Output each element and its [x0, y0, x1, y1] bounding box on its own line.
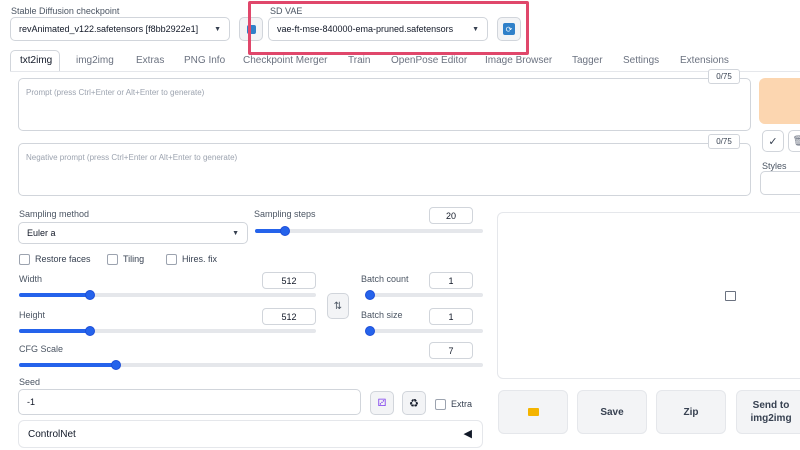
- batch-size-slider[interactable]: [365, 326, 483, 336]
- tab-img2img[interactable]: img2img: [76, 55, 114, 66]
- tab-txt2img[interactable]: txt2img: [20, 55, 52, 66]
- open-folder-button[interactable]: [498, 390, 568, 434]
- batch-size-label: Batch size: [361, 310, 403, 320]
- width-number[interactable]: 512: [262, 272, 316, 289]
- send-to-img2img-button[interactable]: Send to img2img: [736, 390, 800, 434]
- sampling-method-select[interactable]: Euler a ▼: [18, 222, 248, 244]
- vae-value: vae-ft-mse-840000-ema-pruned.safetensors: [277, 24, 454, 34]
- extra-seed-checkbox[interactable]: [435, 399, 446, 410]
- slider-fill: [19, 363, 117, 367]
- seed-input[interactable]: -1: [18, 389, 361, 415]
- sampling-steps-slider[interactable]: [255, 226, 483, 236]
- prompt-input[interactable]: Prompt (press Ctrl+Enter or Alt+Enter to…: [18, 78, 751, 131]
- tab-train[interactable]: Train: [348, 55, 370, 66]
- prompt-placeholder: Prompt (press Ctrl+Enter or Alt+Enter to…: [26, 88, 205, 97]
- tab-openpose-editor[interactable]: OpenPose Editor: [391, 55, 467, 66]
- hires-fix-label: Hires. fix: [182, 254, 218, 264]
- recycle-icon: ♻: [409, 397, 419, 410]
- width-slider[interactable]: [19, 290, 316, 300]
- cfg-scale-slider[interactable]: [19, 360, 483, 370]
- negative-prompt-token-counter: 0/75: [708, 134, 740, 149]
- restore-faces-label: Restore faces: [35, 254, 91, 264]
- hires-fix-checkbox[interactable]: [166, 254, 177, 265]
- tab-divider: [10, 71, 800, 72]
- sampling-steps-number[interactable]: 20: [429, 207, 473, 224]
- image-output-panel: [497, 212, 800, 379]
- reuse-seed-button[interactable]: ♻: [402, 391, 426, 415]
- swap-icon: ⇅: [333, 300, 343, 312]
- chevron-down-icon: ▼: [472, 25, 479, 33]
- tab-checkpoint-merger[interactable]: Checkpoint Merger: [243, 55, 327, 66]
- tab-extensions[interactable]: Extensions: [680, 55, 729, 66]
- tab-extras[interactable]: Extras: [136, 55, 164, 66]
- dice-icon: ⚂: [377, 397, 387, 409]
- tab-settings[interactable]: Settings: [623, 55, 659, 66]
- controlnet-label: ControlNet: [28, 429, 76, 440]
- sampling-method-value: Euler a: [27, 228, 56, 238]
- batch-count-label: Batch count: [361, 274, 409, 284]
- cfg-scale-number[interactable]: 7: [429, 342, 473, 359]
- refresh-vae-button[interactable]: ⟳: [497, 17, 521, 41]
- styles-label: Styles: [762, 161, 787, 171]
- slider-thumb[interactable]: [85, 326, 96, 336]
- styles-select[interactable]: [760, 171, 800, 195]
- tab-png-info[interactable]: PNG Info: [184, 55, 225, 66]
- restore-faces-checkbox[interactable]: [19, 254, 30, 265]
- tiling-label: Tiling: [123, 254, 145, 264]
- width-label: Width: [19, 274, 43, 284]
- pencil-icon: ✓: [768, 135, 778, 148]
- slider-fill: [19, 329, 91, 333]
- controlnet-accordion[interactable]: ControlNet ◀: [18, 420, 483, 448]
- prompt-token-counter: 0/75: [708, 69, 740, 84]
- chevron-down-icon: ▼: [232, 229, 239, 237]
- vae-select[interactable]: vae-ft-mse-840000-ema-pruned.safetensors…: [268, 17, 488, 41]
- checkpoint-label: Stable Diffusion checkpoint: [11, 6, 120, 16]
- generate-button[interactable]: [759, 78, 800, 124]
- save-button[interactable]: Save: [577, 390, 647, 434]
- seed-value: -1: [27, 397, 36, 407]
- vae-label: SD VAE: [270, 6, 303, 16]
- height-slider[interactable]: [19, 326, 316, 336]
- batch-count-slider[interactable]: [365, 290, 483, 300]
- tiling-checkbox[interactable]: [107, 254, 118, 265]
- slider-thumb[interactable]: [365, 290, 375, 300]
- apply-styles-button[interactable]: ✓: [762, 130, 784, 152]
- cfg-scale-label: CFG Scale: [19, 344, 64, 354]
- slider-thumb[interactable]: [365, 326, 375, 336]
- sampling-steps-label: Sampling steps: [254, 209, 316, 219]
- batch-size-number[interactable]: 1: [429, 308, 473, 325]
- batch-count-number[interactable]: 1: [429, 272, 473, 289]
- zip-button[interactable]: Zip: [656, 390, 726, 434]
- random-seed-button[interactable]: ⚂: [370, 391, 394, 415]
- extra-seed-label: Extra: [451, 399, 473, 409]
- negative-prompt-input[interactable]: Negative prompt (press Ctrl+Enter or Alt…: [18, 143, 751, 196]
- tab-image-browser[interactable]: Image Browser: [485, 55, 552, 66]
- checkpoint-value: revAnimated_v122.safetensors [f8bb2922e1…: [19, 24, 199, 34]
- seed-label: Seed: [19, 377, 41, 387]
- height-number[interactable]: 512: [262, 308, 316, 325]
- negative-prompt-placeholder: Negative prompt (press Ctrl+Enter or Alt…: [26, 153, 238, 162]
- trash-button[interactable]: 🗑: [788, 130, 800, 152]
- checkpoint-select[interactable]: revAnimated_v122.safetensors [f8bb2922e1…: [10, 17, 230, 41]
- chevron-down-icon: ▼: [214, 25, 221, 33]
- slider-thumb[interactable]: [279, 226, 290, 236]
- refresh-icon: ⟳: [503, 23, 515, 35]
- slider-thumb[interactable]: [111, 360, 122, 370]
- image-placeholder-icon: [725, 291, 736, 301]
- tab-tagger[interactable]: Tagger: [572, 55, 603, 66]
- sampling-method-label: Sampling method: [19, 209, 90, 219]
- slider-fill: [19, 293, 91, 297]
- trash-icon: 🗑: [792, 135, 800, 147]
- swap-dimensions-button[interactable]: ⇅: [327, 293, 349, 319]
- slider-thumb[interactable]: [85, 290, 96, 300]
- folder-icon: [527, 408, 539, 416]
- height-label: Height: [19, 310, 46, 320]
- collapse-triangle-icon: ◀: [463, 428, 472, 440]
